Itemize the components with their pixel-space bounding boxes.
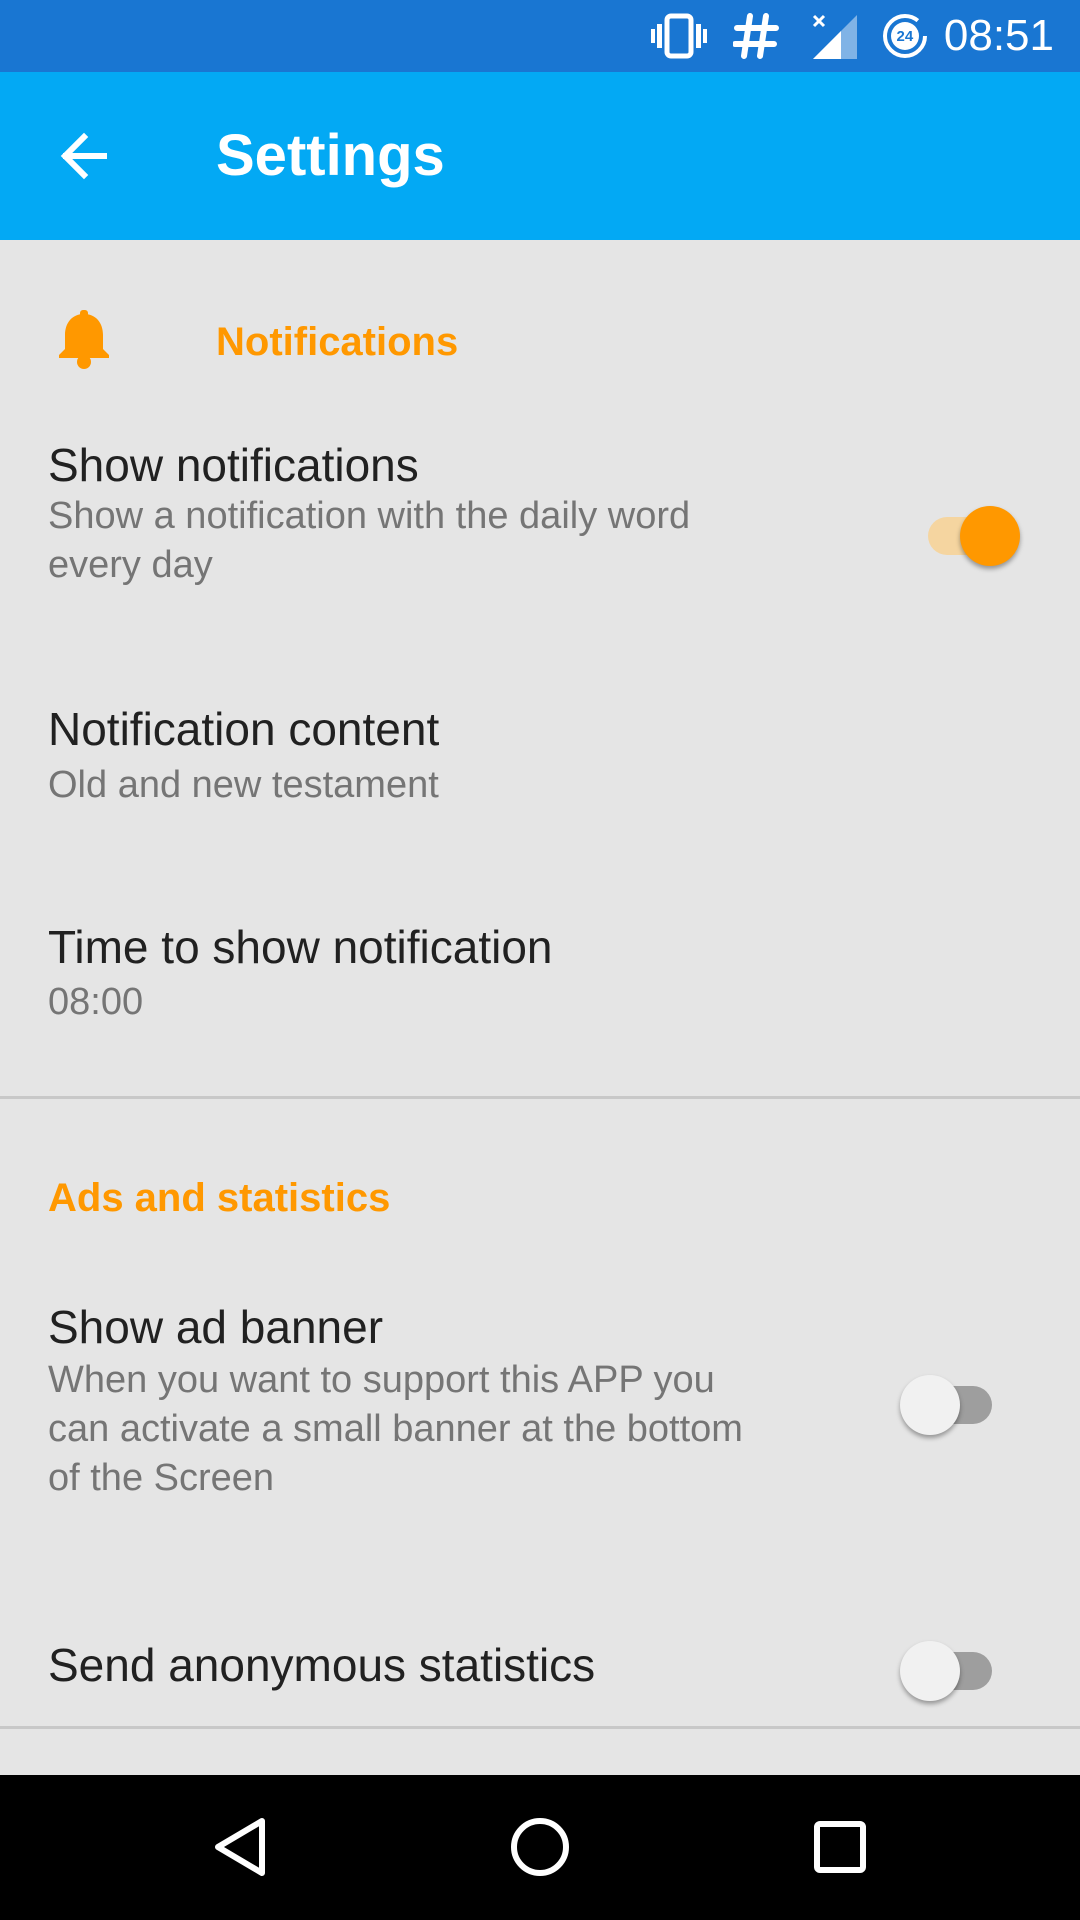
data-saver-icon: 24: [880, 0, 930, 72]
pref-summary: When you want to support this APP you: [48, 1359, 715, 1401]
app-bar: Settings: [0, 72, 1080, 240]
pref-title: Time to show notification: [48, 921, 553, 973]
pref-summary: can activate a small banner at the botto…: [48, 1408, 743, 1450]
send-statistics-switch[interactable]: [900, 1631, 1000, 1701]
status-bar: 24 08:51: [0, 0, 1080, 72]
status-icons: 24 08:51: [650, 0, 1080, 72]
pref-notification-content[interactable]: Notification content Old and new testame…: [0, 680, 1080, 840]
settings-list: Notifications Show notifications Show a …: [0, 240, 1080, 1775]
pref-time-to-show[interactable]: Time to show notification 08:00: [0, 900, 1080, 1060]
nav-home-button[interactable]: [480, 1797, 600, 1897]
page-title: Settings: [216, 123, 445, 188]
switch-thumb: [900, 1641, 960, 1701]
pref-title: Show notifications: [48, 439, 419, 491]
hash-icon: [726, 0, 786, 72]
switch-thumb: [900, 1375, 960, 1435]
status-time: 08:51: [943, 11, 1054, 60]
back-button[interactable]: [44, 116, 124, 196]
home-circle-icon: [511, 1818, 569, 1876]
pref-send-anonymous-statistics[interactable]: Send anonymous statistics: [0, 1610, 1080, 1720]
pref-summary: 08:00: [48, 981, 144, 1023]
pref-summary: Old and new testament: [48, 764, 439, 806]
divider: [0, 1096, 1080, 1099]
pref-summary: Show a notification with the daily word: [48, 495, 691, 537]
show-notifications-switch[interactable]: [920, 496, 1020, 566]
nav-back-button[interactable]: [180, 1797, 300, 1897]
divider: [0, 1726, 1080, 1729]
recents-square-icon: [814, 1821, 866, 1873]
pref-show-ad-banner[interactable]: Show ad banner When you want to support …: [0, 1300, 1080, 1580]
section-header-notifications: Notifications: [216, 320, 459, 364]
pref-summary: every day: [48, 544, 213, 586]
pref-show-notifications[interactable]: Show notifications Show a notification w…: [0, 410, 1080, 640]
arrow-back-icon: [60, 132, 107, 180]
pref-title: Notification content: [48, 703, 440, 755]
back-triangle-icon: [215, 1818, 265, 1876]
signal-no-data-icon: [806, 0, 862, 72]
pref-summary: of the Screen: [48, 1457, 275, 1499]
data-saver-badge: 24: [896, 27, 914, 45]
pref-title: Show ad banner: [48, 1301, 384, 1353]
switch-thumb: [960, 506, 1020, 566]
nav-recents-button[interactable]: [780, 1797, 900, 1897]
pref-title: Send anonymous statistics: [48, 1639, 596, 1691]
vibrate-icon: [650, 0, 708, 72]
bell-icon: [56, 310, 112, 370]
show-ad-banner-switch[interactable]: [900, 1365, 1000, 1435]
section-header-ads-and-statistics: Ads and statistics: [48, 1176, 391, 1220]
navigation-bar: [0, 1775, 1080, 1920]
